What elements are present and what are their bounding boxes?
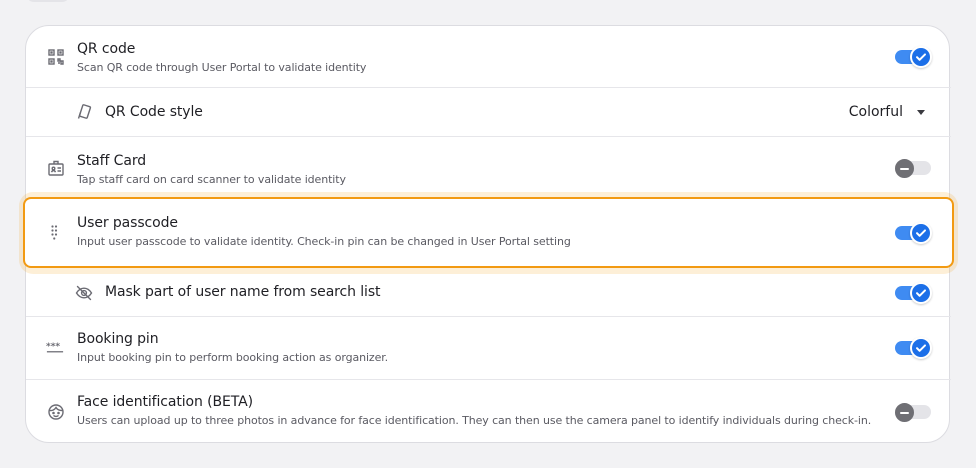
eye-off-icon bbox=[75, 284, 93, 302]
user-passcode-toggle[interactable] bbox=[895, 221, 932, 245]
setting-row-booking-pin: *** Booking pin Input booking pin to per… bbox=[26, 317, 951, 380]
keypad-icon bbox=[47, 224, 65, 242]
setting-row-staff-card: Staff Card Tap staff card on card scanne… bbox=[26, 137, 951, 199]
setting-row-user-passcode: User passcode Input user passcode to val… bbox=[26, 199, 951, 267]
mask-user-name-toggle[interactable] bbox=[895, 281, 932, 305]
user-passcode-description: Input user passcode to validate identity… bbox=[77, 235, 571, 248]
qr-code-title: QR code bbox=[77, 41, 136, 57]
setting-row-qr-code-style: QR Code style Colorful bbox=[26, 88, 951, 137]
staff-card-toggle[interactable] bbox=[895, 156, 932, 180]
chevron-down-icon bbox=[917, 109, 925, 115]
face-identification-toggle[interactable] bbox=[895, 400, 932, 424]
qr-style-icon bbox=[75, 103, 93, 121]
booking-pin-description: Input booking pin to perform booking act… bbox=[77, 351, 389, 364]
staff-card-description: Tap staff card on card scanner to valida… bbox=[77, 173, 346, 186]
qr-code-icon bbox=[47, 48, 65, 66]
previous-section-pill bbox=[26, 0, 70, 2]
face-icon bbox=[47, 403, 65, 421]
staff-card-title: Staff Card bbox=[77, 153, 147, 169]
user-passcode-title: User passcode bbox=[77, 215, 178, 231]
setting-row-face-identification: Face identification (BETA) Users can upl… bbox=[26, 380, 951, 444]
booking-pin-toggle[interactable] bbox=[895, 336, 932, 360]
face-identification-description: Users can upload up to three photos in a… bbox=[77, 414, 872, 427]
qr-code-description: Scan QR code through User Portal to vali… bbox=[77, 61, 367, 74]
booking-pin-title: Booking pin bbox=[77, 331, 159, 347]
setting-row-mask-user-name: Mask part of user name from search list bbox=[26, 269, 951, 317]
id-badge-icon bbox=[47, 159, 65, 177]
face-identification-title: Face identification (BETA) bbox=[77, 394, 253, 410]
setting-row-qr-code: QR code Scan QR code through User Portal… bbox=[26, 26, 951, 88]
qr-code-style-selected: Colorful bbox=[848, 104, 903, 120]
identity-validation-settings-card: QR code Scan QR code through User Portal… bbox=[19, 25, 958, 444]
qr-code-toggle[interactable] bbox=[895, 45, 932, 69]
svg-text:***: *** bbox=[46, 342, 60, 352]
pin-dots-icon: *** bbox=[46, 339, 64, 357]
qr-code-style-title: QR Code style bbox=[105, 104, 203, 120]
qr-code-style-dropdown[interactable]: Colorful bbox=[849, 104, 925, 120]
mask-user-name-title: Mask part of user name from search list bbox=[105, 284, 381, 300]
previous-section-fragment bbox=[0, 0, 976, 4]
